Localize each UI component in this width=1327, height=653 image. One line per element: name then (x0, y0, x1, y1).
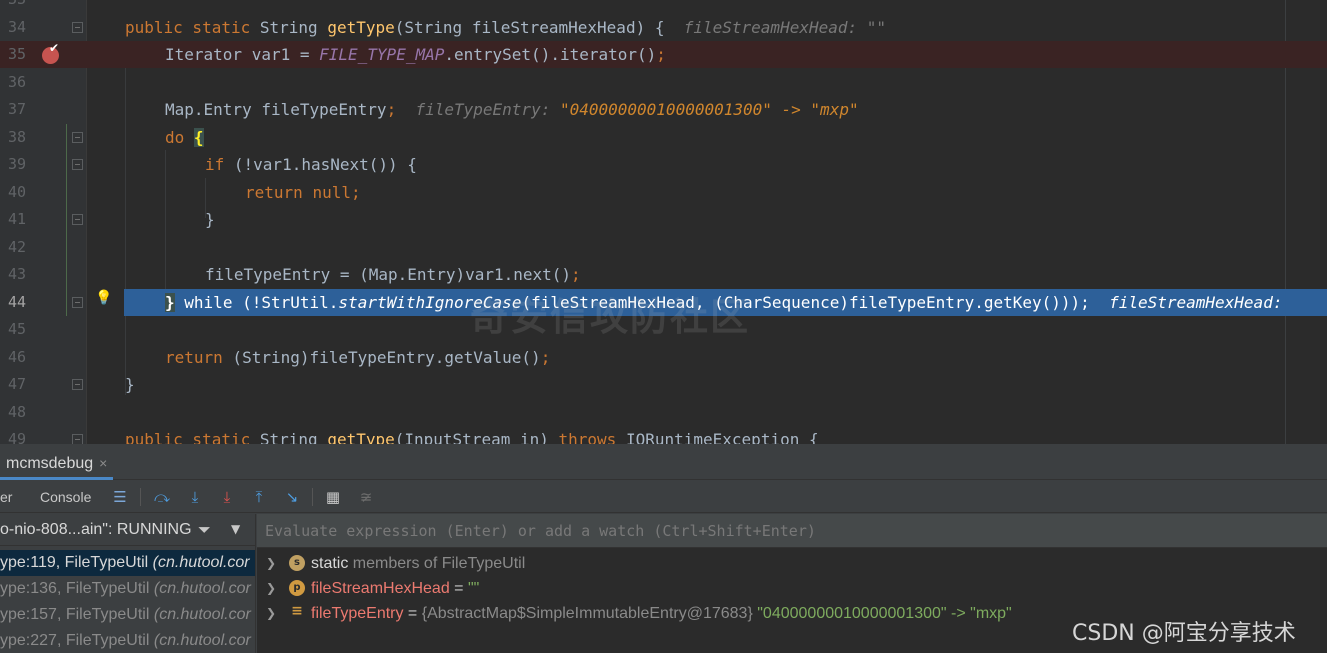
code-line[interactable]: 47 } (0, 371, 1327, 398)
breakpoint-icon[interactable] (42, 41, 59, 64)
code-text: public static String getType(InputStream… (125, 430, 819, 444)
watermark: 奇安信攻防社区 (470, 295, 751, 339)
code-line[interactable]: 37 Map.Entry fileTypeEntry; fileTypeEntr… (0, 96, 1327, 123)
fold-icon[interactable] (72, 434, 83, 444)
stack-frame[interactable]: ype:157, FileTypeUtil (cn.hutool.cor (0, 602, 255, 628)
line-number: 42 (8, 238, 27, 256)
fold-icon[interactable] (72, 132, 83, 143)
chevron-down-icon[interactable]: ▼ (231, 522, 240, 536)
fold-icon[interactable] (72, 297, 83, 308)
code-text: if (!var1.hasNext()) { (205, 155, 417, 174)
variable-row[interactable]: ❯ s static members of FileTypeUtil (257, 551, 1327, 576)
code-text: Iterator var1 = FILE_TYPE_MAP.entrySet()… (165, 45, 666, 64)
code-text: return (String)fileTypeEntry.getValue(); (165, 348, 551, 367)
filter-icon[interactable]: ⏷ (198, 520, 211, 540)
stack-frame[interactable]: ype:136, FileTypeUtil (cn.hutool.cor (0, 576, 255, 602)
stack-frame[interactable]: ype:227, FileTypeUtil (cn.hutool.cor (0, 628, 255, 653)
field-list-icon: ≡ (291, 603, 303, 619)
code-text: fileTypeEntry = (Map.Entry)var1.next(); (205, 265, 581, 284)
line-number: 46 (8, 348, 27, 366)
frames-panel: o-nio-808...ain": RUNNING ⏷ ▼ ype:119, F… (0, 514, 256, 653)
code-text: } (205, 210, 215, 229)
code-line[interactable]: 46 return (String)fileTypeEntry.getValue… (0, 344, 1327, 371)
evaluate-expression-input[interactable] (265, 514, 1165, 548)
run-to-cursor-icon[interactable]: ↘ (282, 487, 302, 507)
trace-icon[interactable]: ≆ (356, 487, 376, 507)
code-editor[interactable]: 33 34 public static String getType(Strin… (0, 0, 1327, 444)
evaluate-expression-icon[interactable]: ▦ (323, 487, 343, 507)
line-number: 35 (8, 45, 27, 63)
fold-icon[interactable] (72, 22, 83, 33)
line-number: 33 (8, 0, 32, 13)
line-number: 44 (8, 293, 27, 311)
close-icon[interactable]: × (99, 455, 107, 471)
code-line[interactable]: 49 public static String getType(InputStr… (0, 426, 1327, 444)
variable-row[interactable]: ❯ p fileStreamHexHead = "" (257, 576, 1327, 601)
code-line[interactable]: 36 (0, 69, 1327, 96)
fold-icon[interactable] (72, 214, 83, 225)
debug-toolbar: er Console ☰ ⤼ ⤓ ⤓ ⤒ ↘ ▦ ≆ (0, 481, 1327, 513)
line-number: 36 (8, 73, 27, 91)
thread-selector[interactable]: o-nio-808...ain": RUNNING ⏷ ▼ (0, 514, 255, 546)
static-members-icon: s (289, 555, 305, 571)
fold-icon[interactable] (72, 159, 83, 170)
session-tab-mcmsdebug[interactable]: mcmsdebug × (0, 450, 114, 480)
line-number: 34 (8, 18, 27, 36)
toolbar-separator (140, 488, 141, 506)
debug-tool-window: mcmsdebug × er Console ☰ ⤼ ⤓ ⤓ ⤒ ↘ ▦ ≆ o-… (0, 444, 1327, 653)
code-line[interactable]: 43 fileTypeEntry = (Map.Entry)var1.next(… (0, 261, 1327, 288)
debug-session-tabs: mcmsdebug × (0, 444, 1327, 480)
line-number: 49 (8, 430, 27, 444)
evaluate-bar (257, 514, 1327, 548)
code-line[interactable]: 40 return null; (0, 179, 1327, 206)
line-number: 40 (8, 183, 27, 201)
inline-debug-hint: fileStreamHexHead: (1109, 293, 1283, 312)
code-text: do { (165, 128, 204, 147)
tab-debugger[interactable]: er (0, 481, 12, 513)
code-line[interactable]: 42 (0, 234, 1327, 261)
show-execution-point-icon[interactable]: ⤼ (152, 487, 172, 507)
code-text: public static String getType(String file… (125, 18, 887, 37)
csdn-watermark: CSDN @阿宝分享技术 (1072, 621, 1296, 646)
step-out-icon[interactable]: ⤒ (249, 487, 269, 507)
chevron-right-icon[interactable]: ❯ (266, 576, 276, 601)
toolbar-separator (312, 488, 313, 506)
fold-range-marker (66, 124, 67, 316)
code-line[interactable]: 41 } (0, 206, 1327, 233)
line-number: 38 (8, 128, 27, 146)
code-text: } (125, 375, 135, 394)
code-line[interactable]: 48 (0, 399, 1327, 426)
thread-label: o-nio-808...ain": RUNNING (0, 521, 192, 538)
inline-debug-hint: fileTypeEntry: (415, 100, 551, 119)
stack-frame[interactable]: ype:119, FileTypeUtil (cn.hutool.cor (0, 550, 255, 576)
chevron-right-icon[interactable]: ❯ (266, 551, 276, 576)
code-text: Map.Entry fileTypeEntry; fileTypeEntry: … (165, 100, 859, 119)
force-step-into-icon[interactable]: ⤓ (217, 487, 237, 507)
line-number: 47 (8, 375, 27, 393)
line-number: 39 (8, 155, 27, 173)
line-number: 48 (8, 403, 27, 421)
tab-console[interactable]: Console (40, 481, 91, 513)
code-line[interactable]: 38 do { (0, 124, 1327, 151)
code-line[interactable]: 39 if (!var1.hasNext()) { (0, 151, 1327, 178)
inline-debug-hint: fileStreamHexHead: (683, 18, 858, 37)
chevron-right-icon[interactable]: ❯ (266, 601, 276, 626)
line-number: 43 (8, 265, 27, 283)
code-line[interactable]: 33 (0, 0, 1327, 13)
layout-icon[interactable]: ☰ (110, 487, 130, 507)
line-number: 41 (8, 210, 27, 228)
parameter-icon: p (289, 580, 305, 596)
code-text: return null; (245, 183, 361, 202)
line-number: 37 (8, 100, 27, 118)
step-into-icon[interactable]: ⤓ (185, 487, 205, 507)
line-number: 45 (8, 320, 27, 338)
lightbulb-icon[interactable]: 💡 (95, 290, 112, 306)
breakpoint-line[interactable]: 35 Iterator var1 = FILE_TYPE_MAP.entrySe… (0, 41, 1327, 69)
fold-icon[interactable] (72, 379, 83, 390)
code-line[interactable]: 34 public static String getType(String f… (0, 14, 1327, 41)
